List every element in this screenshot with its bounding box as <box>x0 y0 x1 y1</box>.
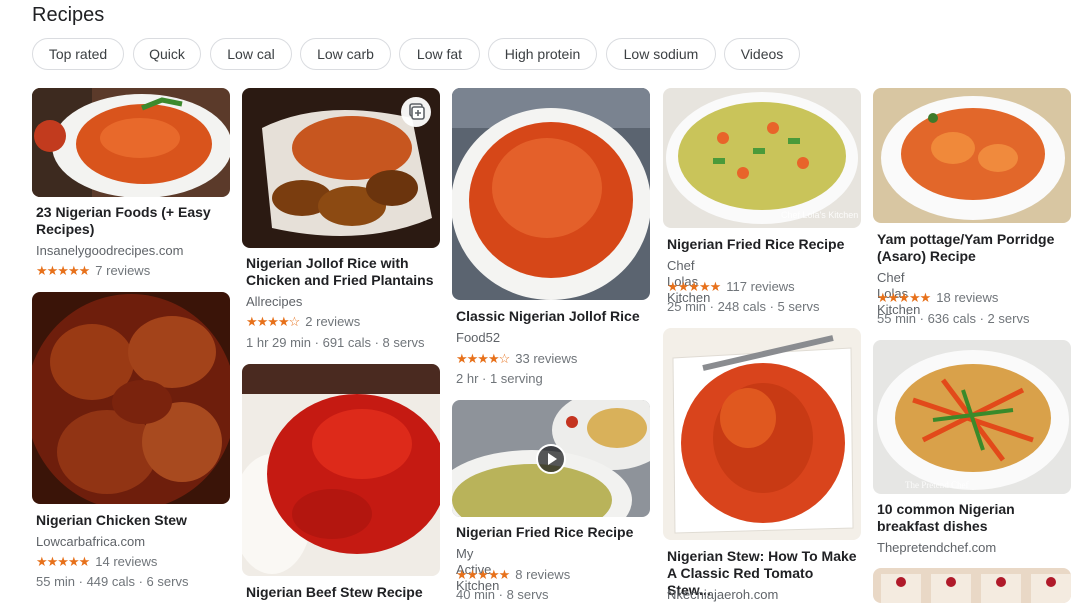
recipe-image[interactable] <box>32 292 230 504</box>
star-rating-icon: ★★★★☆ <box>246 314 300 329</box>
yam-pottage-image <box>873 88 1071 223</box>
recipe-image[interactable] <box>32 88 230 197</box>
classic-jollof-image <box>452 88 650 300</box>
recipe-rating: ★★★★★ 117 reviews <box>667 279 795 295</box>
red-stew-image <box>663 328 861 540</box>
recipe-title[interactable]: Classic Nigerian Jollof Rice <box>456 308 646 325</box>
play-icon <box>548 453 557 465</box>
recipe-rating: ★★★★★ 8 reviews <box>456 567 570 583</box>
chip-videos[interactable]: Videos <box>724 38 800 70</box>
fried-rice-image: Chef Lola's Kitchen <box>663 88 861 228</box>
recipe-meta: 55 min · 449 cals · 6 servs <box>36 574 189 589</box>
recipe-title[interactable]: Nigerian Jollof Rice with Chicken and Fr… <box>246 255 436 289</box>
recipe-meta: 55 min · 636 cals · 2 servs <box>877 311 1030 326</box>
jollof-plate-image <box>32 88 230 197</box>
recipe-source: Lowcarbafrica.com <box>36 534 146 549</box>
recipe-rating: ★★★★★ 7 reviews <box>36 263 150 279</box>
recipe-source: Insanelygoodrecipes.com <box>36 243 184 258</box>
section-title: Recipes <box>32 4 105 26</box>
chip-high-protein[interactable]: High protein <box>488 38 597 70</box>
review-count: 7 reviews <box>95 263 151 278</box>
review-count: 14 reviews <box>95 554 158 569</box>
recipe-source: Allrecipes <box>246 294 303 309</box>
add-to-collection-icon <box>409 103 425 120</box>
play-video-button[interactable] <box>536 444 566 474</box>
recipe-title[interactable]: 10 common Nigerian breakfast dishes <box>877 501 1067 535</box>
recipe-title[interactable]: Yam pottage/Yam Porridge (Asaro) Recipe <box>877 231 1067 265</box>
chip-low-cal[interactable]: Low cal <box>210 38 292 70</box>
recipe-image[interactable] <box>873 568 1071 603</box>
image-watermark: The Pretend Chef <box>905 480 968 490</box>
recipe-image[interactable] <box>452 88 650 300</box>
recipe-title[interactable]: Nigerian Fried Rice Recipe <box>456 524 646 541</box>
recipe-title[interactable]: 23 Nigerian Foods (+ Easy Recipes) <box>36 204 226 238</box>
chip-quick[interactable]: Quick <box>133 38 201 70</box>
recipe-image[interactable] <box>242 364 440 576</box>
recipe-image[interactable]: The Pretend Chef <box>873 340 1071 494</box>
review-count: 33 reviews <box>515 351 578 366</box>
chip-low-fat[interactable]: Low fat <box>399 38 480 70</box>
recipe-source: Nkechiajaeroh.com <box>667 587 779 602</box>
star-rating-icon: ★★★★★ <box>36 554 90 569</box>
chip-low-sodium[interactable]: Low sodium <box>606 38 716 70</box>
star-rating-icon: ★★★★★ <box>667 279 721 294</box>
recipe-source: Thepretendchef.com <box>877 540 997 555</box>
recipe-title[interactable]: Nigerian Fried Rice Recipe <box>667 236 857 253</box>
review-count: 2 reviews <box>305 314 361 329</box>
recipe-image[interactable] <box>873 88 1071 223</box>
review-count: 8 reviews <box>515 567 571 582</box>
chip-top-rated[interactable]: Top rated <box>32 38 124 70</box>
recipe-rating: ★★★★☆ 33 reviews <box>456 351 577 367</box>
recipe-rating: ★★★★★ 14 reviews <box>36 554 157 570</box>
recipe-image[interactable]: Chef Lola's Kitchen <box>663 88 861 228</box>
beef-stew-image <box>242 364 440 576</box>
chip-low-carb[interactable]: Low carb <box>300 38 391 70</box>
recipe-meta: 1 hr 29 min · 691 cals · 8 servs <box>246 335 425 350</box>
recipe-source: Food52 <box>456 330 501 345</box>
recipe-title[interactable]: Nigerian Beef Stew Recipe <box>246 584 436 601</box>
review-count: 117 reviews <box>726 279 795 294</box>
star-rating-icon: ★★★★★ <box>36 263 90 278</box>
star-rating-icon: ★★★★★ <box>456 567 510 582</box>
collection-button[interactable] <box>401 97 431 127</box>
recipe-rating: ★★★★★ 18 reviews <box>877 290 998 306</box>
recipe-meta: 25 min · 248 cals · 5 servs <box>667 299 820 314</box>
star-rating-icon: ★★★★☆ <box>456 351 510 366</box>
noodles-breakfast-image: The Pretend Chef <box>873 340 1071 494</box>
recipe-title[interactable]: Nigerian Chicken Stew <box>36 512 226 529</box>
chicken-stew-image <box>32 292 230 504</box>
recipe-rating: ★★★★☆ 2 reviews <box>246 314 360 330</box>
star-rating-icon: ★★★★★ <box>877 290 931 305</box>
recipe-meta: 40 min · 8 servs <box>456 587 549 602</box>
review-count: 18 reviews <box>936 290 999 305</box>
recipe-meta: 2 hr · 1 serving <box>456 371 543 386</box>
pastry-image <box>873 568 1071 603</box>
recipe-image[interactable] <box>663 328 861 540</box>
image-watermark: Chef Lola's Kitchen <box>781 210 858 220</box>
